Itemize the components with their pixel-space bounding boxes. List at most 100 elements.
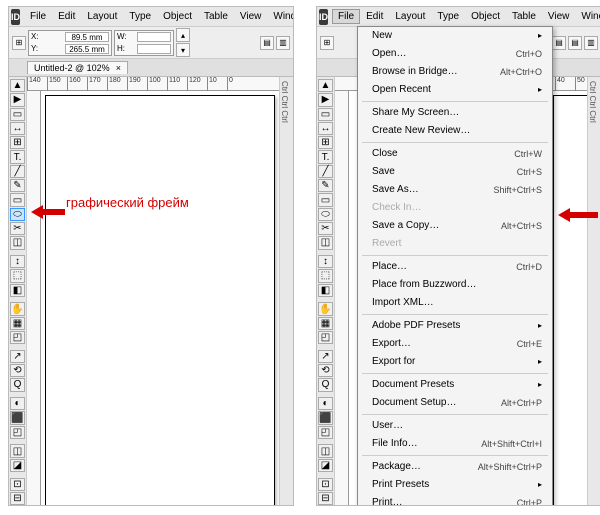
tool-27[interactable]: ◰ bbox=[10, 426, 25, 439]
anchor-icon[interactable]: ⊞ bbox=[12, 36, 26, 50]
opt-b-icon[interactable]: ▥ bbox=[276, 36, 290, 50]
tool-21[interactable]: ↗ bbox=[10, 350, 25, 363]
tool-5[interactable]: T. bbox=[10, 150, 25, 163]
tool-10[interactable]: ✂ bbox=[10, 222, 25, 235]
menu-item-export-[interactable]: Export…Ctrl+E bbox=[358, 335, 552, 353]
tool-26[interactable]: ⬛ bbox=[318, 411, 333, 424]
menu-edit[interactable]: Edit bbox=[52, 9, 81, 24]
menu-file[interactable]: File bbox=[24, 9, 52, 24]
tool-1[interactable]: ▶ bbox=[10, 93, 25, 106]
menu-item-user-[interactable]: User… bbox=[358, 417, 552, 435]
menu-edit-r[interactable]: Edit bbox=[360, 9, 389, 24]
tool-21[interactable]: ↗ bbox=[318, 350, 333, 363]
tool-19[interactable]: ◰ bbox=[318, 331, 333, 344]
menu-item-close[interactable]: CloseCtrl+W bbox=[358, 145, 552, 163]
tool-4[interactable]: ⊞ bbox=[10, 136, 25, 149]
menu-item-import-xml-[interactable]: Import XML… bbox=[358, 294, 552, 312]
opt-a-icon[interactable]: ▤ bbox=[260, 36, 274, 50]
tool-8[interactable]: ▭ bbox=[318, 193, 333, 206]
menu-item-open-[interactable]: Open…Ctrl+O bbox=[358, 45, 552, 63]
tool-14[interactable]: ⬚ bbox=[318, 269, 333, 282]
tool-30[interactable]: ◪ bbox=[318, 459, 333, 472]
menu-item-document-presets[interactable]: Document Presets▸ bbox=[358, 376, 552, 394]
w-field[interactable] bbox=[137, 32, 171, 42]
tool-9[interactable]: ⬭ bbox=[318, 208, 333, 221]
tool-2[interactable]: ▭ bbox=[10, 108, 25, 121]
menu-item-print-presets[interactable]: Print Presets▸ bbox=[358, 476, 552, 494]
menu-item-adobe-pdf-presets[interactable]: Adobe PDF Presets▸ bbox=[358, 317, 552, 335]
tool-3[interactable]: ↔ bbox=[10, 122, 25, 135]
tool-25[interactable]: ◐ bbox=[318, 397, 333, 410]
page[interactable] bbox=[45, 95, 275, 505]
opt-c-icon-r[interactable]: ▥ bbox=[584, 36, 598, 50]
menu-item-save-a-copy-[interactable]: Save a Copy…Alt+Ctrl+S bbox=[358, 217, 552, 235]
tool-17[interactable]: ✋ bbox=[318, 302, 333, 315]
tool-9[interactable]: ⬭ bbox=[10, 208, 25, 221]
tool-2[interactable]: ▭ bbox=[318, 108, 333, 121]
menu-layout[interactable]: Layout bbox=[81, 9, 123, 24]
tool-8[interactable]: ▭ bbox=[10, 193, 25, 206]
anchor-icon-r[interactable]: ⊞ bbox=[320, 36, 334, 50]
canvas-area[interactable]: 140150160170180190100110120100 bbox=[27, 77, 293, 505]
menu-view[interactable]: View bbox=[234, 9, 268, 24]
tool-18[interactable]: ▦ bbox=[318, 317, 333, 330]
tool-5[interactable]: T. bbox=[318, 150, 333, 163]
tool-18[interactable]: ▦ bbox=[10, 317, 25, 330]
menu-table[interactable]: Table bbox=[198, 9, 234, 24]
x-field[interactable]: 89.5 mm bbox=[65, 32, 109, 42]
menu-window-r[interactable]: Winc bbox=[575, 9, 600, 24]
menu-layout-r[interactable]: Layout bbox=[389, 9, 431, 24]
stepper-up[interactable]: ▴ bbox=[176, 28, 190, 42]
menu-item-save-as-[interactable]: Save As…Shift+Ctrl+S bbox=[358, 181, 552, 199]
stepper-down[interactable]: ▾ bbox=[176, 43, 190, 57]
tool-22[interactable]: ⟲ bbox=[10, 364, 25, 377]
tool-6[interactable]: ╱ bbox=[318, 165, 333, 178]
tool-25[interactable]: ◐ bbox=[10, 397, 25, 410]
tool-14[interactable]: ⬚ bbox=[10, 269, 25, 282]
tool-23[interactable]: Q bbox=[318, 378, 333, 391]
opt-b-icon-r[interactable]: ▤ bbox=[568, 36, 582, 50]
tool-4[interactable]: ⊞ bbox=[318, 136, 333, 149]
tool-7[interactable]: ✎ bbox=[318, 179, 333, 192]
menu-item-share-my-screen-[interactable]: Share My Screen… bbox=[358, 104, 552, 122]
tool-11[interactable]: ◫ bbox=[318, 236, 333, 249]
menu-item-browse-in-bridge-[interactable]: Browse in Bridge…Alt+Ctrl+O bbox=[358, 63, 552, 81]
menu-item-file-info-[interactable]: File Info…Alt+Shift+Ctrl+I bbox=[358, 435, 552, 453]
menu-item-open-recent[interactable]: Open Recent▸ bbox=[358, 81, 552, 99]
tab-close-icon[interactable]: × bbox=[116, 63, 121, 73]
tool-26[interactable]: ⬛ bbox=[10, 411, 25, 424]
menu-item-create-new-review-[interactable]: Create New Review… bbox=[358, 122, 552, 140]
menu-item-place-from-buzzword-[interactable]: Place from Buzzword… bbox=[358, 276, 552, 294]
menu-file-active[interactable]: File bbox=[332, 9, 360, 24]
tool-6[interactable]: ╱ bbox=[10, 165, 25, 178]
tool-13[interactable]: ↕ bbox=[10, 255, 25, 268]
tool-33[interactable]: ⊟ bbox=[318, 492, 333, 505]
h-field[interactable] bbox=[137, 44, 171, 54]
tool-15[interactable]: ◧ bbox=[10, 284, 25, 297]
tool-23[interactable]: Q bbox=[10, 378, 25, 391]
tool-33[interactable]: ⊟ bbox=[10, 492, 25, 505]
menu-type[interactable]: Type bbox=[123, 9, 157, 24]
tool-30[interactable]: ◪ bbox=[10, 459, 25, 472]
menu-item-print-[interactable]: Print…Ctrl+P bbox=[358, 494, 552, 506]
tool-32[interactable]: ⊡ bbox=[318, 478, 333, 491]
tool-22[interactable]: ⟲ bbox=[318, 364, 333, 377]
tool-10[interactable]: ✂ bbox=[318, 222, 333, 235]
menu-table-r[interactable]: Table bbox=[506, 9, 542, 24]
menu-item-new[interactable]: New▸ bbox=[358, 27, 552, 45]
opt-a-icon-r[interactable]: ▤ bbox=[552, 36, 566, 50]
y-field[interactable]: 265.5 mm bbox=[65, 44, 109, 54]
tool-7[interactable]: ✎ bbox=[10, 179, 25, 192]
menu-item-document-setup-[interactable]: Document Setup…Alt+Ctrl+P bbox=[358, 394, 552, 412]
menu-object-r[interactable]: Object bbox=[465, 9, 506, 24]
tool-29[interactable]: ◫ bbox=[318, 444, 333, 457]
tool-32[interactable]: ⊡ bbox=[10, 478, 25, 491]
tool-17[interactable]: ✋ bbox=[10, 302, 25, 315]
menu-type-r[interactable]: Type bbox=[431, 9, 465, 24]
tool-0[interactable]: ▲ bbox=[318, 79, 333, 92]
menu-window[interactable]: Window bbox=[267, 9, 294, 24]
tool-0[interactable]: ▲ bbox=[10, 79, 25, 92]
menu-item-save[interactable]: SaveCtrl+S bbox=[358, 163, 552, 181]
tool-15[interactable]: ◧ bbox=[318, 284, 333, 297]
tool-1[interactable]: ▶ bbox=[318, 93, 333, 106]
